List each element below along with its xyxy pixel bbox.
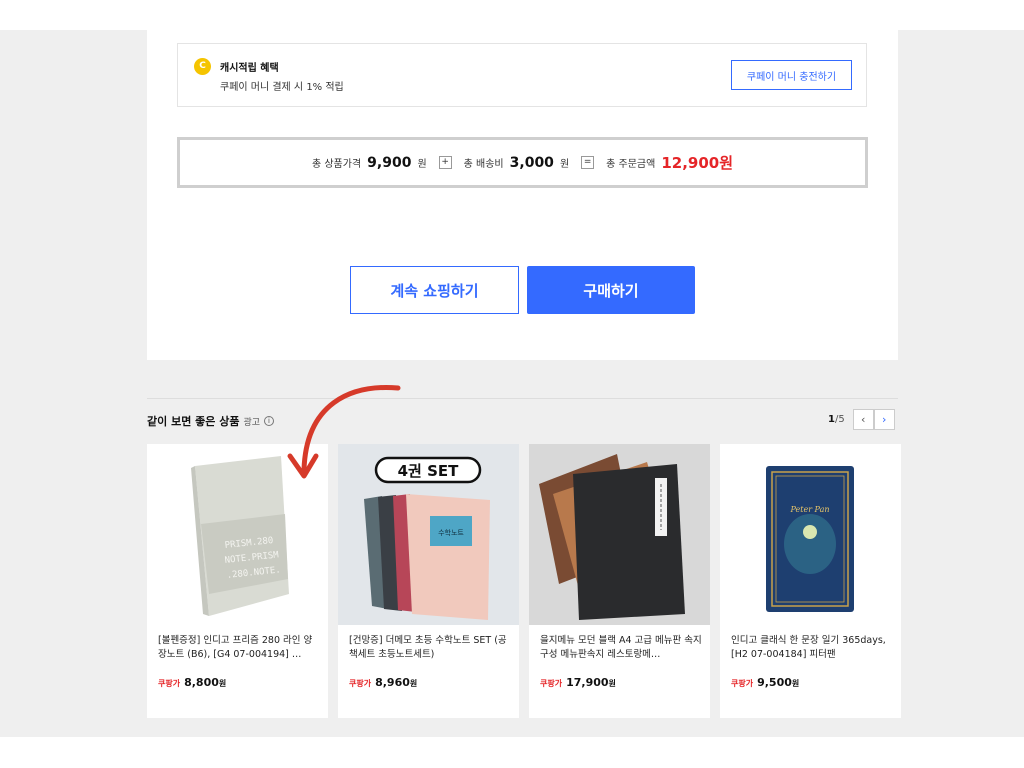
won-unit: 원 xyxy=(559,159,570,170)
price-unit: 원 xyxy=(218,679,227,688)
plus-icon: + xyxy=(438,156,452,169)
price-unit: 원 xyxy=(608,679,616,688)
product-price-value: 9,900 xyxy=(367,154,412,171)
ad-label: 광고 xyxy=(243,417,261,428)
cover-text: 수학노트 xyxy=(438,528,464,537)
product-list: PRISM.280 NOTE.PRISM .280.NOTE. [볼펜증정] 인… xyxy=(147,444,901,718)
red-arrow-icon xyxy=(287,385,401,479)
coin-icon: C xyxy=(194,58,211,75)
order-total-box: 총 상품가격 9,900 원 + 총 배송비 3,000 원 = 총 주문금액 … xyxy=(177,137,868,188)
product-name[interactable]: [볼펜증정] 인디고 프리즘 280 라인 양장노트 (B6), [G4 07-… xyxy=(158,634,320,662)
price-tag: 쿠팡가 xyxy=(731,679,754,688)
product-name[interactable]: 인디고 클래식 한 문장 일기 365days, [H2 07-004184] … xyxy=(731,634,893,662)
buy-button[interactable]: 구매하기 xyxy=(527,266,695,314)
price-row: 쿠팡가 9,500원 xyxy=(731,676,799,689)
won-unit: 원 xyxy=(417,159,427,170)
price-number: 8,800 xyxy=(184,676,219,689)
product-price-label: 총 상품가격 xyxy=(311,159,362,170)
page-current: 1 xyxy=(828,414,835,425)
product-card[interactable]: Peter Pan 인디고 클래식 한 문장 일기 365days, [H2 0… xyxy=(720,444,901,718)
price-value: 17,900원 xyxy=(566,676,616,689)
product-image[interactable]: Peter Pan xyxy=(720,444,901,625)
cash-reward-title: 캐시적립 혜택 xyxy=(220,63,279,74)
price-value: 8,800원 xyxy=(184,676,226,689)
page-total: /5 xyxy=(834,414,845,425)
product-name[interactable]: [건망증] 더메모 초등 수학노트 SET (공책세트 초등노트세트) xyxy=(349,634,511,662)
price-value: 9,500원 xyxy=(757,676,799,689)
product-card[interactable]: 을지메뉴 모던 블랙 A4 고급 메뉴판 속지 구성 메뉴판속지 레스토랑메… … xyxy=(529,444,710,718)
page-indicator: 1/5 xyxy=(828,414,845,425)
cover-text: Peter Pan xyxy=(789,505,829,514)
order-total-value: 12,900원 xyxy=(661,154,734,172)
price-number: 8,960 xyxy=(375,676,410,689)
order-total-label: 총 주문금액 xyxy=(606,159,656,170)
shipping-value: 3,000 xyxy=(509,154,554,171)
price-row: 쿠팡가 17,900원 xyxy=(540,676,616,689)
shipping-label: 총 배송비 xyxy=(463,159,504,170)
price-row: 쿠팡가 8,800원 xyxy=(158,676,226,689)
charge-money-button[interactable]: 쿠페이 머니 충전하기 xyxy=(731,60,852,90)
next-page-button[interactable]: › xyxy=(873,409,895,430)
cash-reward-box: C 캐시적립 혜택 쿠페이 머니 결제 시 1% 적립 쿠페이 머니 충전하기 xyxy=(177,43,867,107)
section-divider xyxy=(147,398,898,399)
equals-icon: = xyxy=(581,156,595,169)
cash-reward-desc: 쿠페이 머니 결제 시 1% 적립 xyxy=(220,82,344,93)
price-tag: 쿠팡가 xyxy=(540,679,563,688)
price-tag: 쿠팡가 xyxy=(158,679,181,688)
recommend-title: 같이 보면 좋은 상품 광고 i xyxy=(147,413,275,429)
recommend-pager: 1/5 ‹ › xyxy=(828,409,895,430)
price-tag: 쿠팡가 xyxy=(349,679,372,688)
price-value: 8,960원 xyxy=(375,676,417,689)
recommend-title-text: 같이 보면 좋은 상품 xyxy=(147,415,240,428)
price-row: 쿠팡가 8,960원 xyxy=(349,676,417,689)
continue-shopping-button[interactable]: 계속 쇼핑하기 xyxy=(350,266,519,314)
prev-page-button[interactable]: ‹ xyxy=(852,409,874,430)
product-name[interactable]: 을지메뉴 모던 블랙 A4 고급 메뉴판 속지 구성 메뉴판속지 레스토랑메… xyxy=(540,634,702,662)
price-number: 17,900 xyxy=(566,676,609,689)
product-image[interactable] xyxy=(529,444,710,625)
price-number: 9,500 xyxy=(757,676,792,689)
price-unit: 원 xyxy=(409,679,418,688)
cart-summary-card: C 캐시적립 혜택 쿠페이 머니 결제 시 1% 적립 쿠페이 머니 충전하기 … xyxy=(147,30,898,360)
price-unit: 원 xyxy=(791,679,800,688)
